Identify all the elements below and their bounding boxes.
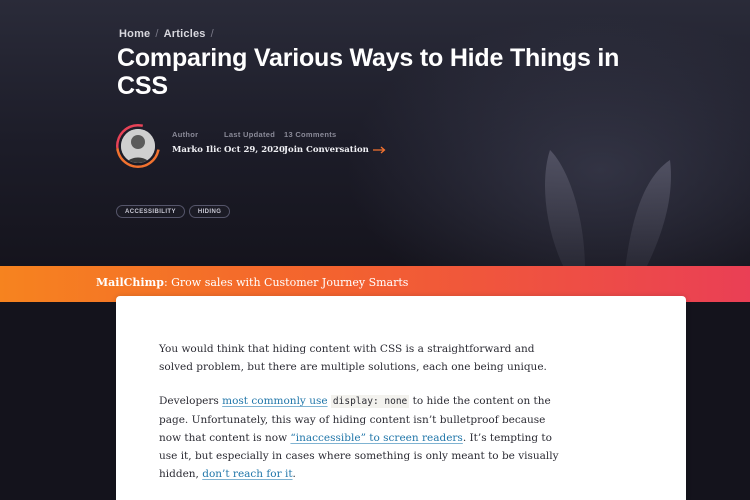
sponsor-text: MailChimp: Grow sales with Customer Jour… [96,276,408,289]
paragraph-intro: You would think that hiding content with… [159,343,547,373]
inaccessible-screen-readers-link[interactable]: “inaccessible” to screen readers [290,432,462,444]
avatar[interactable] [116,124,160,168]
comments-count: 13 Comments [284,130,337,139]
most-commonly-use-link[interactable]: most commonly use [222,395,327,407]
page-title: Comparing Various Ways to Hide Things in… [117,44,620,100]
arrow-right-icon [372,146,386,154]
breadcrumb-home-link[interactable]: Home [119,28,150,40]
join-conversation-label: Join Conversation [284,145,369,155]
updated-meta: Last Updated Oct 29, 2020 [224,130,285,155]
sponsor-message: : Grow sales with Customer Journey Smart… [163,276,409,289]
article-hero: Home / Articles / Comparing Various Ways to… [0,0,750,266]
author-name[interactable]: Marko Ilic [172,145,222,155]
author-meta: Author Marko Ilic [172,130,222,155]
breadcrumb-separator: / [155,28,159,40]
paragraph-text: . [292,468,296,480]
author-label: Author [172,130,199,139]
breadcrumb: Home / Articles / [119,28,219,40]
breadcrumb-separator: / [210,28,214,40]
article-body: You would think that hiding content with… [116,296,686,500]
tag-hiding[interactable]: HIDING [188,205,231,218]
dont-reach-for-it-link[interactable]: don’t reach for it [202,468,292,480]
updated-date: Oct 29, 2020 [224,145,285,155]
paragraph-developers: Developers most commonly use display: no… [159,392,559,483]
inline-code: display: none [330,395,410,408]
tag-accessibility[interactable]: ACCESSIBILITY [116,205,185,218]
breadcrumb-articles-link[interactable]: Articles [164,28,206,40]
comments-meta: 13 Comments Join Conversation [284,130,386,155]
sponsor-brand: MailChimp [96,276,164,289]
join-conversation-link[interactable]: Join Conversation [284,145,386,155]
updated-label: Last Updated [224,130,276,139]
rabbit-ears-icon [545,150,671,266]
tag-list: ACCESSIBILITY HIDING [116,205,231,218]
paragraph-text: Developers [159,395,223,407]
